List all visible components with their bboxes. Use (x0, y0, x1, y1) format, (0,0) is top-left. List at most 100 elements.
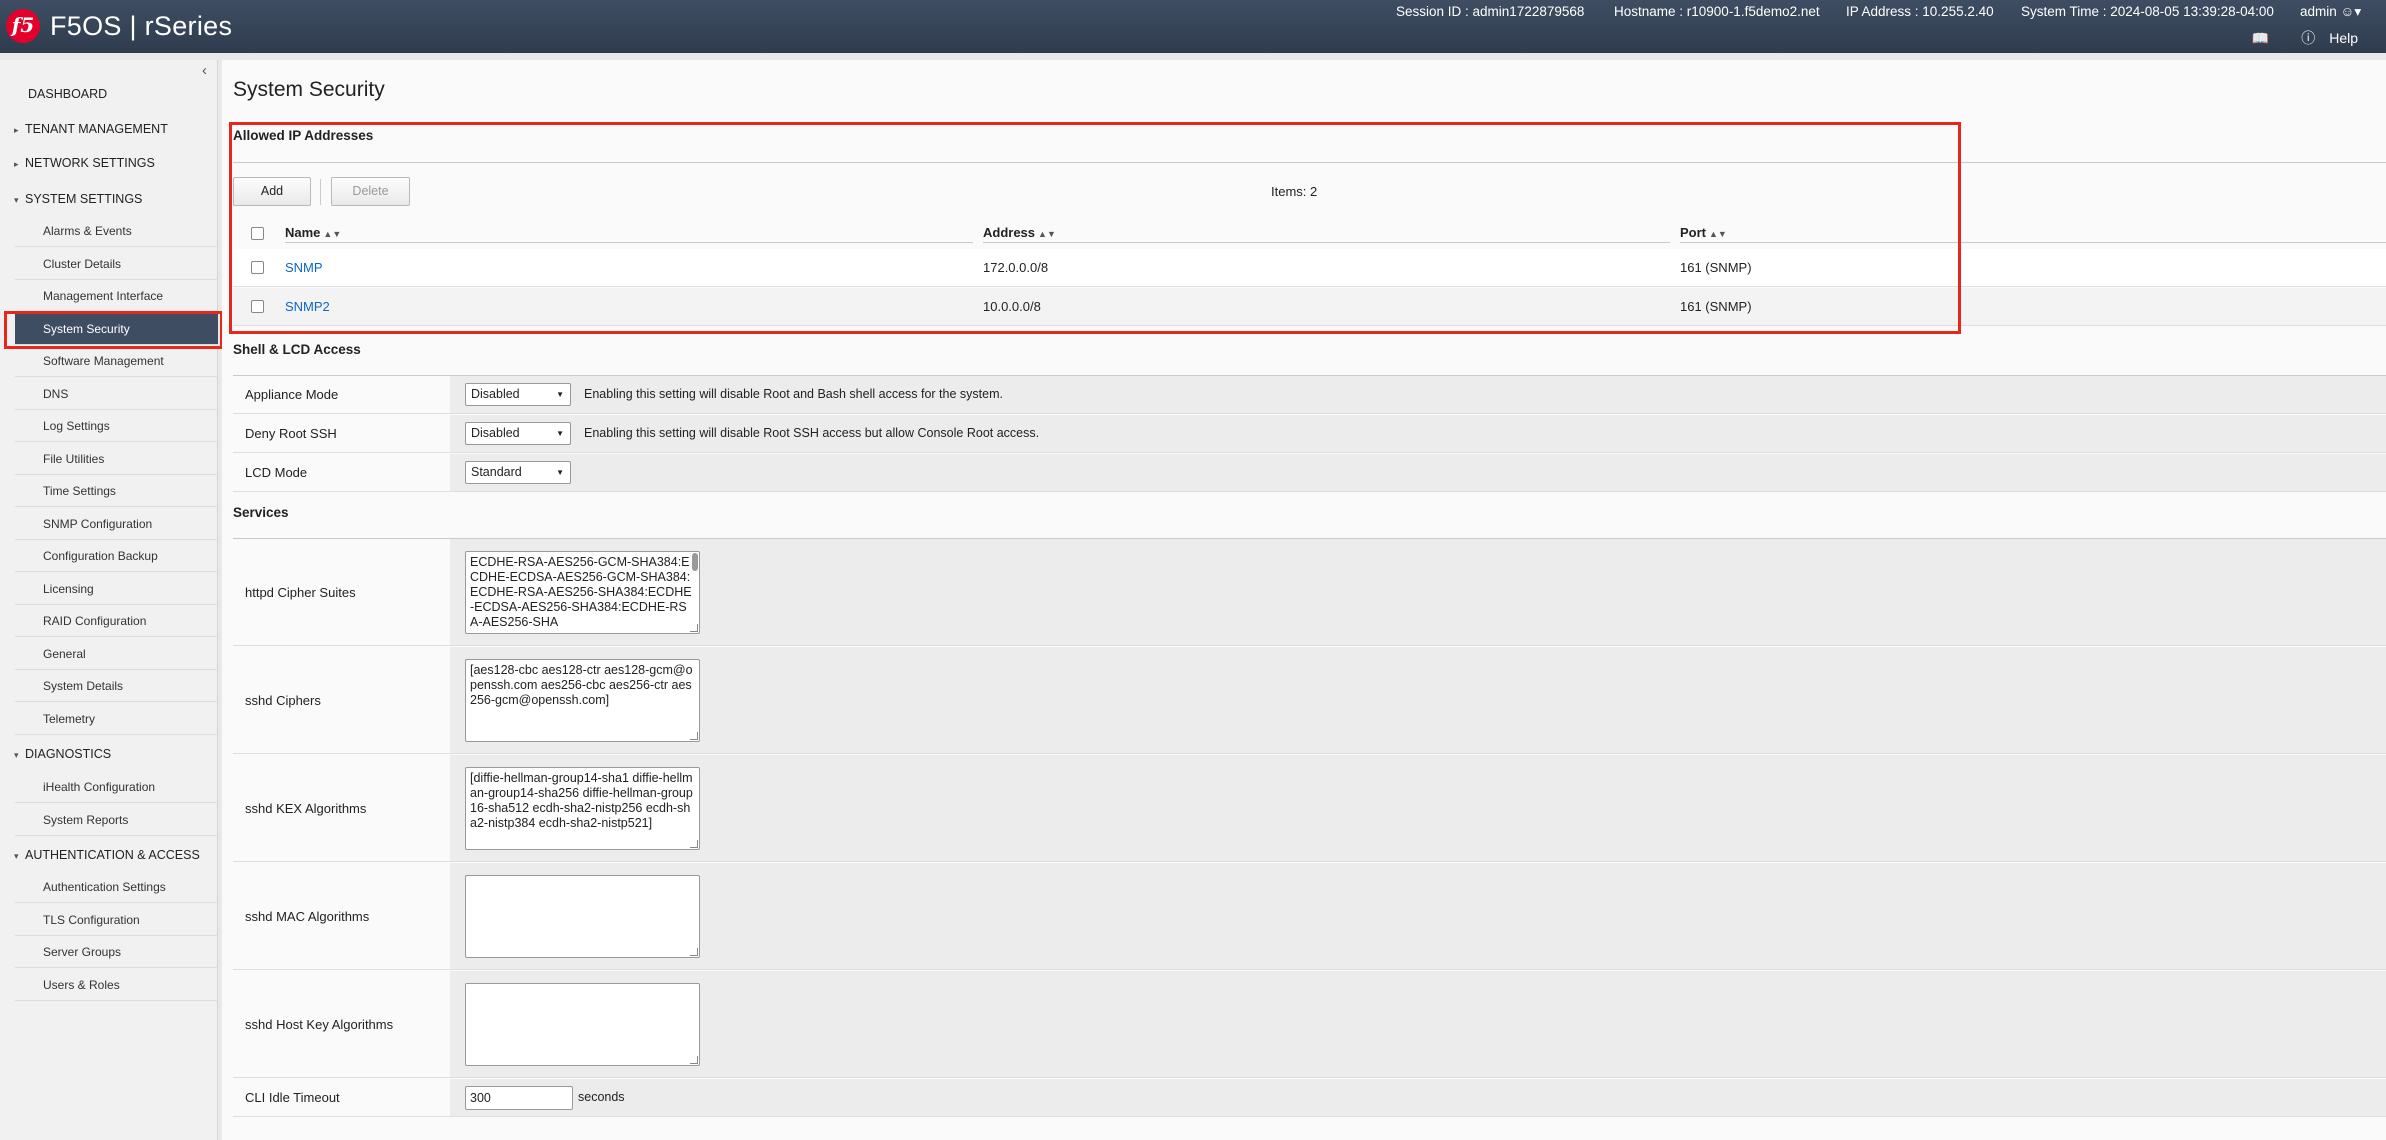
f5-logo: f5 (6, 9, 40, 43)
resize-grip-icon[interactable] (690, 624, 698, 632)
book-icon[interactable]: 📖 (2252, 30, 2269, 46)
textarea-value: [diffie-hellman-group14-sha1 diffie-hell… (470, 771, 693, 830)
services-title: Services (233, 505, 289, 520)
sidebar-item-label: NETWORK SETTINGS (25, 156, 155, 170)
caret-right-icon: ▸ (14, 125, 19, 135)
sshd-mac-row: sshd MAC Algorithms (233, 863, 2386, 970)
sidebar-item-label: TENANT MANAGEMENT (25, 122, 168, 136)
sidebar-subitem[interactable]: File Utilities (15, 443, 218, 475)
cli-idle-timeout-label: CLI Idle Timeout (233, 1079, 450, 1116)
sidebar-subitem[interactable]: Server Groups (15, 936, 218, 968)
sshd-mac-label: sshd MAC Algorithms (233, 863, 450, 969)
sidebar-item-label: AUTHENTICATION & ACCESS (25, 848, 200, 862)
appliance-mode-row: Appliance Mode Disabled ▼ Enabling this s… (233, 376, 2386, 414)
sidebar-subitem[interactable]: General (15, 638, 218, 670)
sidebar-subitem[interactable]: DNS (15, 378, 218, 410)
select-value: Disabled (471, 387, 520, 401)
sshd-kex-textarea[interactable]: [diffie-hellman-group14-sha1 diffie-hell… (465, 767, 700, 850)
sidebar-item-dashboard[interactable]: DASHBOARD (0, 87, 218, 101)
scrollbar[interactable] (692, 553, 698, 571)
dropdown-arrow-icon: ▼ (556, 390, 564, 399)
httpd-cipher-textarea[interactable]: ECDHE-RSA-AES256-GCM-SHA384:ECDHE-ECDSA-… (465, 551, 700, 634)
help-label: Help (2329, 30, 2358, 46)
appliance-mode-note: Enabling this setting will disable Root … (584, 387, 1003, 401)
sidebar-subitem[interactable]: TLS Configuration (15, 904, 218, 936)
session-id: Session ID : admin1722879568 (1396, 4, 1585, 19)
deny-root-ssh-select[interactable]: Disabled ▼ (465, 422, 571, 445)
sidebar-item-diagnostics[interactable]: ▾ DIAGNOSTICS (0, 747, 218, 761)
caret-down-icon: ▾ (14, 750, 19, 760)
sidebar-subitem[interactable]: Management Interface (15, 280, 218, 312)
help-icon: ⓘ (2301, 30, 2316, 46)
sshd-ciphers-textarea[interactable]: [aes128-cbc aes128-ctr aes128-gcm@openss… (465, 659, 700, 742)
sidebar-subitem[interactable]: Telemetry (15, 703, 218, 735)
user-icon: ☺▾ (2340, 4, 2362, 19)
sidebar-subitem[interactable]: System Reports (15, 804, 218, 836)
sidebar-item-system-settings[interactable]: ▾ SYSTEM SETTINGS (0, 192, 218, 206)
resize-grip-icon[interactable] (690, 732, 698, 740)
sshd-hostkey-textarea[interactable] (465, 983, 700, 1066)
sidebar-subitem[interactable]: RAID Configuration (15, 605, 218, 637)
resize-grip-icon[interactable] (690, 1056, 698, 1064)
resize-grip-icon[interactable] (690, 840, 698, 848)
lcd-mode-row: LCD Mode Standard ▼ (233, 454, 2386, 492)
top-header: f5 F5OS | rSeries Session ID : admin1722… (0, 0, 2386, 53)
sidebar-subitem[interactable]: Time Settings (15, 475, 218, 507)
cli-idle-timeout-unit: seconds (578, 1090, 625, 1104)
ip-address: IP Address : 10.255.2.40 (1846, 4, 1994, 19)
caret-down-icon: ▾ (14, 195, 19, 205)
cli-idle-timeout-input[interactable]: 300 (465, 1086, 573, 1110)
sidebar-subitem[interactable]: iHealth Configuration (15, 771, 218, 803)
collapse-chevron-icon[interactable]: ‹ (202, 62, 207, 79)
header-icons: 📖 ⓘ Help (2238, 28, 2358, 48)
sidebar-item-network-settings[interactable]: ▸ NETWORK SETTINGS (0, 156, 218, 170)
sidebar-subitem[interactable]: System Details (15, 670, 218, 702)
deny-root-ssh-note: Enabling this setting will disable Root … (584, 426, 1040, 440)
lcd-mode-label: LCD Mode (233, 454, 450, 491)
sidebar-subitem[interactable]: Authentication Settings (15, 871, 218, 903)
shell-lcd-title: Shell & LCD Access (233, 342, 361, 357)
user-menu[interactable]: admin ☺▾ (2300, 4, 2361, 20)
caret-right-icon: ▸ (14, 159, 19, 169)
sidebar-subitem[interactable]: Alarms & Events (15, 215, 218, 247)
lcd-mode-select[interactable]: Standard ▼ (465, 461, 571, 484)
help-link[interactable]: ⓘ Help (2287, 30, 2358, 46)
appliance-mode-select[interactable]: Disabled ▼ (465, 383, 571, 406)
httpd-cipher-label: httpd Cipher Suites (233, 539, 450, 645)
sidebar-subitem[interactable]: Users & Roles (15, 969, 218, 1001)
sidebar-subitem[interactable]: Software Management (15, 345, 218, 377)
sshd-mac-textarea[interactable] (465, 875, 700, 958)
sidebar-subitem[interactable]: Configuration Backup (15, 540, 218, 572)
sidebar-subitem[interactable]: Log Settings (15, 410, 218, 442)
sshd-hostkey-label: sshd Host Key Algorithms (233, 971, 450, 1077)
httpd-cipher-row: httpd Cipher Suites ECDHE-RSA-AES256-GCM… (233, 539, 2386, 646)
sshd-hostkey-row: sshd Host Key Algorithms (233, 971, 2386, 1078)
highlight-system-security (4, 311, 223, 349)
sidebar-subitem[interactable]: Cluster Details (15, 248, 218, 280)
sshd-kex-row: sshd KEX Algorithms [diffie-hellman-grou… (233, 755, 2386, 862)
sidebar-item-tenant-management[interactable]: ▸ TENANT MANAGEMENT (0, 122, 218, 136)
sshd-ciphers-label: sshd Ciphers (233, 647, 450, 753)
hostname: Hostname : r10900-1.f5demo2.net (1614, 4, 1820, 19)
select-value: Disabled (471, 426, 520, 440)
sidebar-subitem[interactable]: Licensing (15, 573, 218, 605)
select-value: Standard (471, 465, 522, 479)
user-name: admin (2300, 4, 2337, 19)
page-title: System Security (233, 78, 385, 101)
system-time: System Time : 2024-08-05 13:39:28-04:00 (2021, 4, 2274, 19)
deny-root-ssh-row: Deny Root SSH Disabled ▼ Enabling this se… (233, 415, 2386, 453)
cli-idle-timeout-row: CLI Idle Timeout 300 seconds (233, 1079, 2386, 1117)
sidebar-item-label: DASHBOARD (28, 87, 108, 101)
sshd-ciphers-row: sshd Ciphers [aes128-cbc aes128-ctr aes1… (233, 647, 2386, 754)
textarea-value: [aes128-cbc aes128-ctr aes128-gcm@openss… (470, 663, 693, 707)
dropdown-arrow-icon: ▼ (556, 468, 564, 477)
sidebar-item-label: SYSTEM SETTINGS (25, 192, 143, 206)
sidebar-item-authentication-access[interactable]: ▾ AUTHENTICATION & ACCESS (0, 848, 218, 862)
appliance-mode-label: Appliance Mode (233, 376, 450, 413)
product-name: F5OS | rSeries (50, 11, 233, 41)
resize-grip-icon[interactable] (690, 948, 698, 956)
sshd-kex-label: sshd KEX Algorithms (233, 755, 450, 861)
deny-root-ssh-label: Deny Root SSH (233, 415, 450, 452)
textarea-value: ECDHE-RSA-AES256-GCM-SHA384:ECDHE-ECDSA-… (470, 555, 692, 629)
sidebar-subitem[interactable]: SNMP Configuration (15, 508, 218, 540)
